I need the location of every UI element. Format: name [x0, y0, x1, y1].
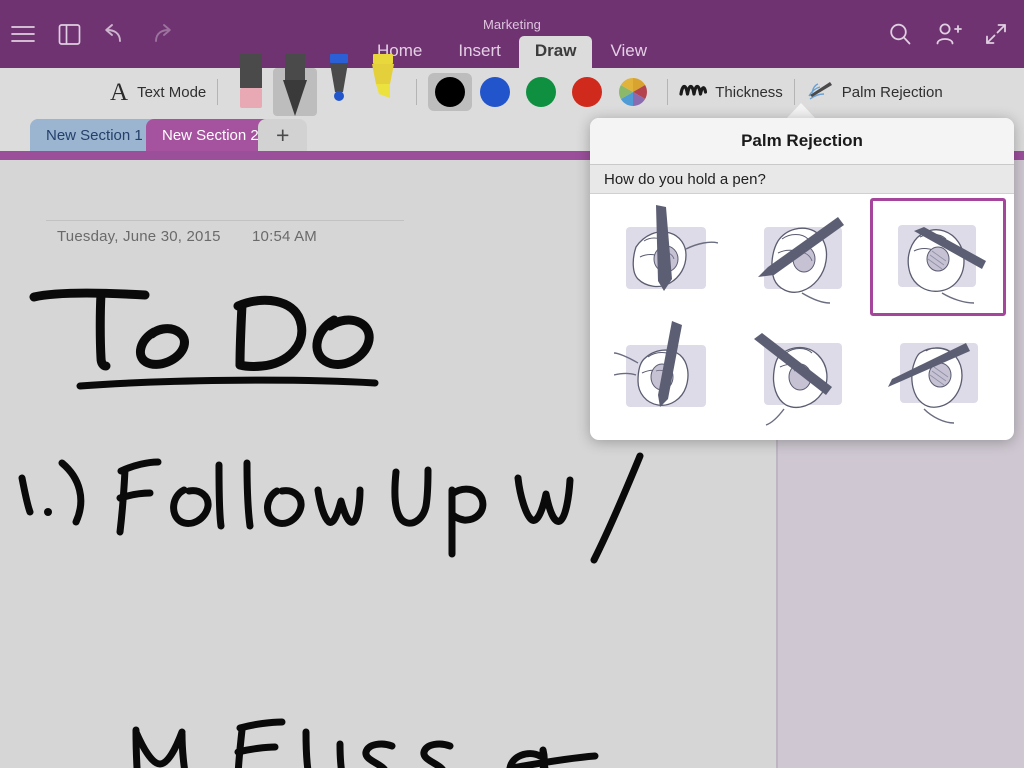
grip-option-4[interactable]: [598, 316, 734, 434]
add-section-button[interactable]: +: [258, 119, 308, 151]
app-window: Marketing Home Insert Draw View A Text M…: [0, 0, 1024, 768]
color-red-dot: [572, 77, 603, 107]
add-person-icon[interactable]: [924, 0, 972, 68]
thickness-label: Thickness: [715, 83, 783, 101]
color-picker: [428, 72, 656, 112]
popover-title: Palm Rejection: [590, 118, 1014, 165]
note-time: 10:54 AM: [252, 228, 317, 245]
color-green[interactable]: [518, 72, 564, 112]
document-title: Marketing: [483, 17, 541, 32]
section-tab-new-section-1[interactable]: New Section 1: [30, 119, 159, 151]
grip-option-3[interactable]: [870, 198, 1006, 316]
palm-rejection-label: Palm Rejection: [841, 83, 943, 101]
tab-view[interactable]: View: [592, 36, 665, 68]
tool-eraser[interactable]: [229, 54, 273, 116]
pen-picker: [229, 54, 405, 116]
palm-rejection-popover: Palm Rejection How do you hold a pen?: [590, 118, 1014, 440]
color-blue-dot: [480, 77, 511, 107]
draw-toolbar: A Text Mode Thickness Palm Rejection: [0, 54, 1024, 116]
tool-highlighter-yellow[interactable]: [361, 54, 405, 116]
grip-option-6[interactable]: [870, 316, 1006, 434]
text-mode-button[interactable]: A Text Mode: [110, 80, 206, 105]
search-icon[interactable]: [876, 0, 924, 68]
palm-rejection-button[interactable]: Palm Rejection: [806, 79, 943, 106]
color-red[interactable]: [564, 72, 610, 112]
tool-pen-black[interactable]: [273, 54, 318, 116]
popover-arrow: [786, 103, 816, 119]
grip-option-1[interactable]: [598, 198, 734, 316]
note-date: Tuesday, June 30, 2015: [57, 228, 221, 245]
color-green-dot: [526, 77, 557, 107]
toolbar-divider-3: [667, 79, 669, 105]
text-mode-label: Text Mode: [137, 83, 207, 101]
palm-rejection-icon: [806, 79, 834, 106]
toolbar-divider-2: [416, 79, 418, 105]
note-header-rule: [46, 220, 404, 221]
ribbon-tab-bar: Home Insert Draw View: [0, 36, 1024, 68]
color-blue[interactable]: [472, 72, 518, 112]
grip-options-grid: [590, 194, 1014, 439]
toolbar-divider-4: [793, 79, 795, 105]
expand-icon[interactable]: [972, 0, 1020, 68]
tool-pen-blue[interactable]: [317, 54, 361, 116]
app-header: Marketing Home Insert Draw View: [0, 0, 1024, 68]
text-mode-icon: A: [110, 78, 129, 106]
color-wheel-icon[interactable]: [610, 72, 656, 112]
toolbar-divider: [217, 79, 219, 105]
thickness-icon: [679, 81, 708, 104]
popover-subtitle: How do you hold a pen?: [590, 165, 1014, 194]
tab-draw[interactable]: Draw: [518, 36, 593, 68]
color-black[interactable]: [428, 73, 473, 111]
grip-option-5[interactable]: [734, 316, 870, 434]
tab-insert[interactable]: Insert: [440, 36, 519, 68]
grip-option-2[interactable]: [734, 198, 870, 316]
header-right-controls: [876, 0, 1020, 68]
section-tab-new-section-2[interactable]: New Section 2: [146, 119, 275, 151]
thickness-button[interactable]: Thickness: [679, 81, 783, 104]
color-black-dot: [435, 77, 466, 107]
